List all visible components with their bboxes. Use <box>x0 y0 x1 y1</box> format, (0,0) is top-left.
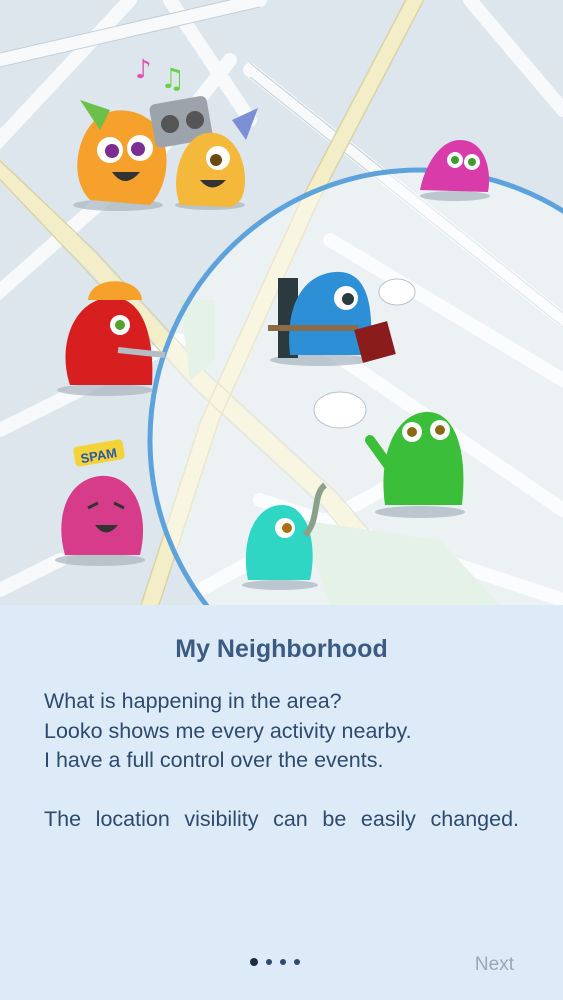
page-dot-active[interactable] <box>250 958 258 966</box>
page-dot[interactable] <box>280 959 286 965</box>
visibility-note: The location visibility can be easily ch… <box>44 807 519 831</box>
page-dot[interactable] <box>294 959 300 965</box>
next-button[interactable]: Next <box>475 954 514 976</box>
page-title: My Neighborhood <box>175 635 388 663</box>
neighborhood-map-illustration: ♪ ♫ SPAM <box>0 0 563 605</box>
description-text: What is happening in the area? Looko sho… <box>44 687 519 864</box>
map-svg: ♪ ♫ SPAM <box>0 0 563 605</box>
svg-text:♪: ♪ <box>135 55 152 85</box>
description-line: Looko shows me every activity nearby. <box>44 718 412 743</box>
onboarding-screen: ♪ ♫ SPAM My Neighborhood What is happeni… <box>0 0 563 1000</box>
description-line: I have a full control over the events. <box>44 748 384 772</box>
svg-text:♫: ♫ <box>160 62 185 95</box>
description-panel: My Neighborhood What is happening in the… <box>0 605 563 1000</box>
page-dot[interactable] <box>266 959 272 965</box>
description-line: What is happening in the area? <box>44 689 342 713</box>
page-indicator[interactable] <box>250 958 300 966</box>
